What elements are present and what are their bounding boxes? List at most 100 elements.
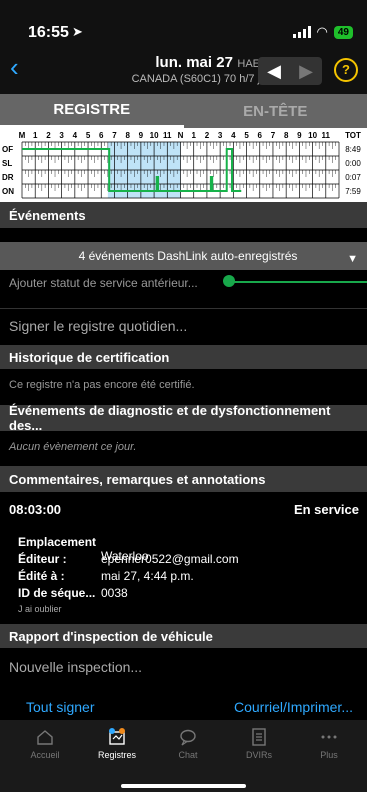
log-date-block: lun. mai 27 HAE CANADA (S60C1) 70 h/7 j [110, 54, 260, 85]
hour-label: M [19, 131, 26, 140]
status-time: 16:55 [28, 24, 69, 41]
hour-label: 9 [139, 131, 144, 140]
tab-en-tete[interactable]: EN-TÊTE [184, 94, 367, 128]
row-code: OF [2, 145, 13, 154]
cycle-rule: CANADA (S60C1) 70 h/7 j [131, 73, 260, 85]
back-chevron-icon[interactable]: ‹ [10, 54, 19, 80]
hour-label: 3 [218, 131, 223, 140]
hour-label: 11 [163, 131, 172, 140]
certification-text: Ce registre n'a pas encore été certifié. [9, 379, 195, 391]
hour-label: 8 [284, 131, 289, 140]
dropdown-caret-icon: ▼ [347, 253, 358, 265]
row-total: 8:49 [345, 145, 361, 154]
chat-icon [180, 729, 196, 746]
tab-label: Chat [178, 750, 198, 760]
certification-title: Historique de certification [9, 349, 170, 365]
new-inspection-label: Nouvelle inspection... [9, 659, 143, 675]
log-tabs: REGISTRE EN-TÊTE [0, 94, 367, 128]
diagnostics-title: Événements de diagnostic et de dysfoncti… [9, 403, 331, 433]
diagnostics-text: Aucun évènement ce jour. [9, 441, 137, 453]
row-code: ON [2, 187, 14, 196]
hour-label: 1 [33, 131, 38, 140]
divider [0, 308, 367, 309]
comment-field-edited-at: Édité à : mai 27, 4:44 p.m. [18, 569, 194, 583]
dropdown-label: 4 événements DashLink auto-enregistrés [78, 249, 298, 263]
comment-field-editor: Éditeur : epenner0522@gmail.com [18, 552, 239, 566]
tab-chat[interactable]: Chat [153, 728, 223, 760]
row-code: DR [2, 173, 14, 182]
total-header: TOT [345, 131, 361, 140]
tab-registres[interactable]: Registres [82, 728, 152, 760]
hour-label: 2 [46, 131, 51, 140]
hour-label: 10 [308, 131, 317, 140]
timezone: HAE [237, 58, 260, 70]
sign-log-label: Signer le registre quotidien... [9, 318, 188, 334]
duty-grid-svg: M 1 2 3 4 5 6 7 8 9 10 11 N 1 2 3 4 5 6 7 8 9 10 11 TOTOF 8:49SL 0… [2, 131, 361, 199]
diagnostics-row: Aucun évènement ce jour. [0, 436, 367, 458]
new-inspection-row[interactable]: Nouvelle inspection... [0, 653, 367, 681]
comment-field-sequence-id: ID de séque... 0038 [18, 586, 128, 600]
logbook-icon [109, 728, 125, 745]
comment-time: 08:03:00 [9, 502, 62, 517]
status-slider-track[interactable] [228, 281, 367, 283]
hour-label: 5 [244, 131, 249, 140]
diagnostics-section-header[interactable]: Événements de diagnostic et de dysfoncti… [0, 403, 367, 433]
help-icon[interactable]: ? [334, 58, 358, 82]
tab-label: DVIRs [245, 750, 272, 760]
tab-label: Registres [97, 750, 136, 760]
location-arrow-icon: ➤ [72, 24, 83, 39]
hour-label: 2 [205, 131, 210, 140]
next-day-icon[interactable]: ▶ [290, 57, 322, 85]
tab-dvirs[interactable]: DVIRs [224, 728, 294, 760]
sign-log-row[interactable]: Signer le registre quotidien... [0, 312, 367, 340]
field-value: epenner0522@gmail.com [101, 552, 239, 566]
comment-note: J ai oublier [18, 604, 62, 614]
row-total: 0:07 [345, 173, 361, 182]
tab-plus[interactable]: Plus [294, 728, 364, 760]
comments-section-header: Commentaires, remarques et annotations [0, 466, 367, 492]
field-label: Édité à : [18, 569, 65, 583]
hour-label: 11 [322, 131, 331, 140]
hour-label: 10 [150, 131, 159, 140]
row-total: 7:59 [345, 187, 361, 196]
sign-all-button[interactable]: Tout signer [26, 699, 94, 715]
add-prior-status-row[interactable]: Ajouter statut de service antérieur... [0, 272, 367, 294]
hour-label: 7 [112, 131, 117, 140]
hour-label: 4 [231, 131, 236, 140]
field-value: mai 27, 4:44 p.m. [101, 569, 194, 583]
duty-status-grid[interactable]: M 1 2 3 4 5 6 7 8 9 10 11 N 1 2 3 4 5 6 7 8 9 10 11 TOT OF 8:49 SL 0… [0, 128, 367, 202]
tab-label: Plus [320, 750, 338, 760]
hour-label: 4 [73, 131, 78, 140]
hour-label: 3 [59, 131, 64, 140]
previous-day-icon[interactable]: ◀ [258, 57, 290, 85]
status-bar: 16:55 ➤ ◠ 49 [0, 0, 367, 44]
day-navigation: ◀ ▶ [258, 57, 322, 85]
status-slider-knob[interactable] [223, 275, 235, 287]
comment-status: En service [293, 502, 359, 517]
more-icon [321, 735, 337, 739]
row-code: SL [2, 159, 12, 168]
events-spacer [0, 228, 367, 242]
certification-row: Ce registre n'a pas encore été certifié. [0, 374, 367, 396]
wifi-icon: ◠ [316, 24, 328, 39]
hour-label: 1 [191, 131, 196, 140]
home-icon [37, 730, 53, 745]
hour-label: 8 [125, 131, 130, 140]
tab-registre[interactable]: REGISTRE [0, 94, 184, 128]
tab-bar: Accueil Registres Chat DVIRs Plus [0, 720, 367, 792]
inspection-section-header: Rapport d'inspection de véhicule [0, 624, 367, 648]
field-value: 0038 [101, 586, 128, 600]
tab-label: Accueil [30, 750, 60, 760]
hour-label: 6 [99, 131, 104, 140]
field-label: ID de séque... [18, 586, 96, 600]
hour-label: 6 [258, 131, 263, 140]
bottom-actions: Tout signer Courriel/Imprimer... [0, 696, 367, 720]
battery-icon: 49 [333, 25, 353, 39]
hour-label: 7 [271, 131, 276, 140]
tab-accueil[interactable]: Accueil [10, 728, 80, 760]
email-print-button[interactable]: Courriel/Imprimer... [234, 699, 353, 715]
comments-title: Commentaires, remarques et annotations [9, 471, 266, 487]
inspection-title: Rapport d'inspection de véhicule [9, 628, 213, 644]
dashlink-events-dropdown[interactable]: 4 événements DashLink auto-enregistrés ▼ [0, 242, 367, 270]
events-section-header: Événements [0, 202, 367, 228]
